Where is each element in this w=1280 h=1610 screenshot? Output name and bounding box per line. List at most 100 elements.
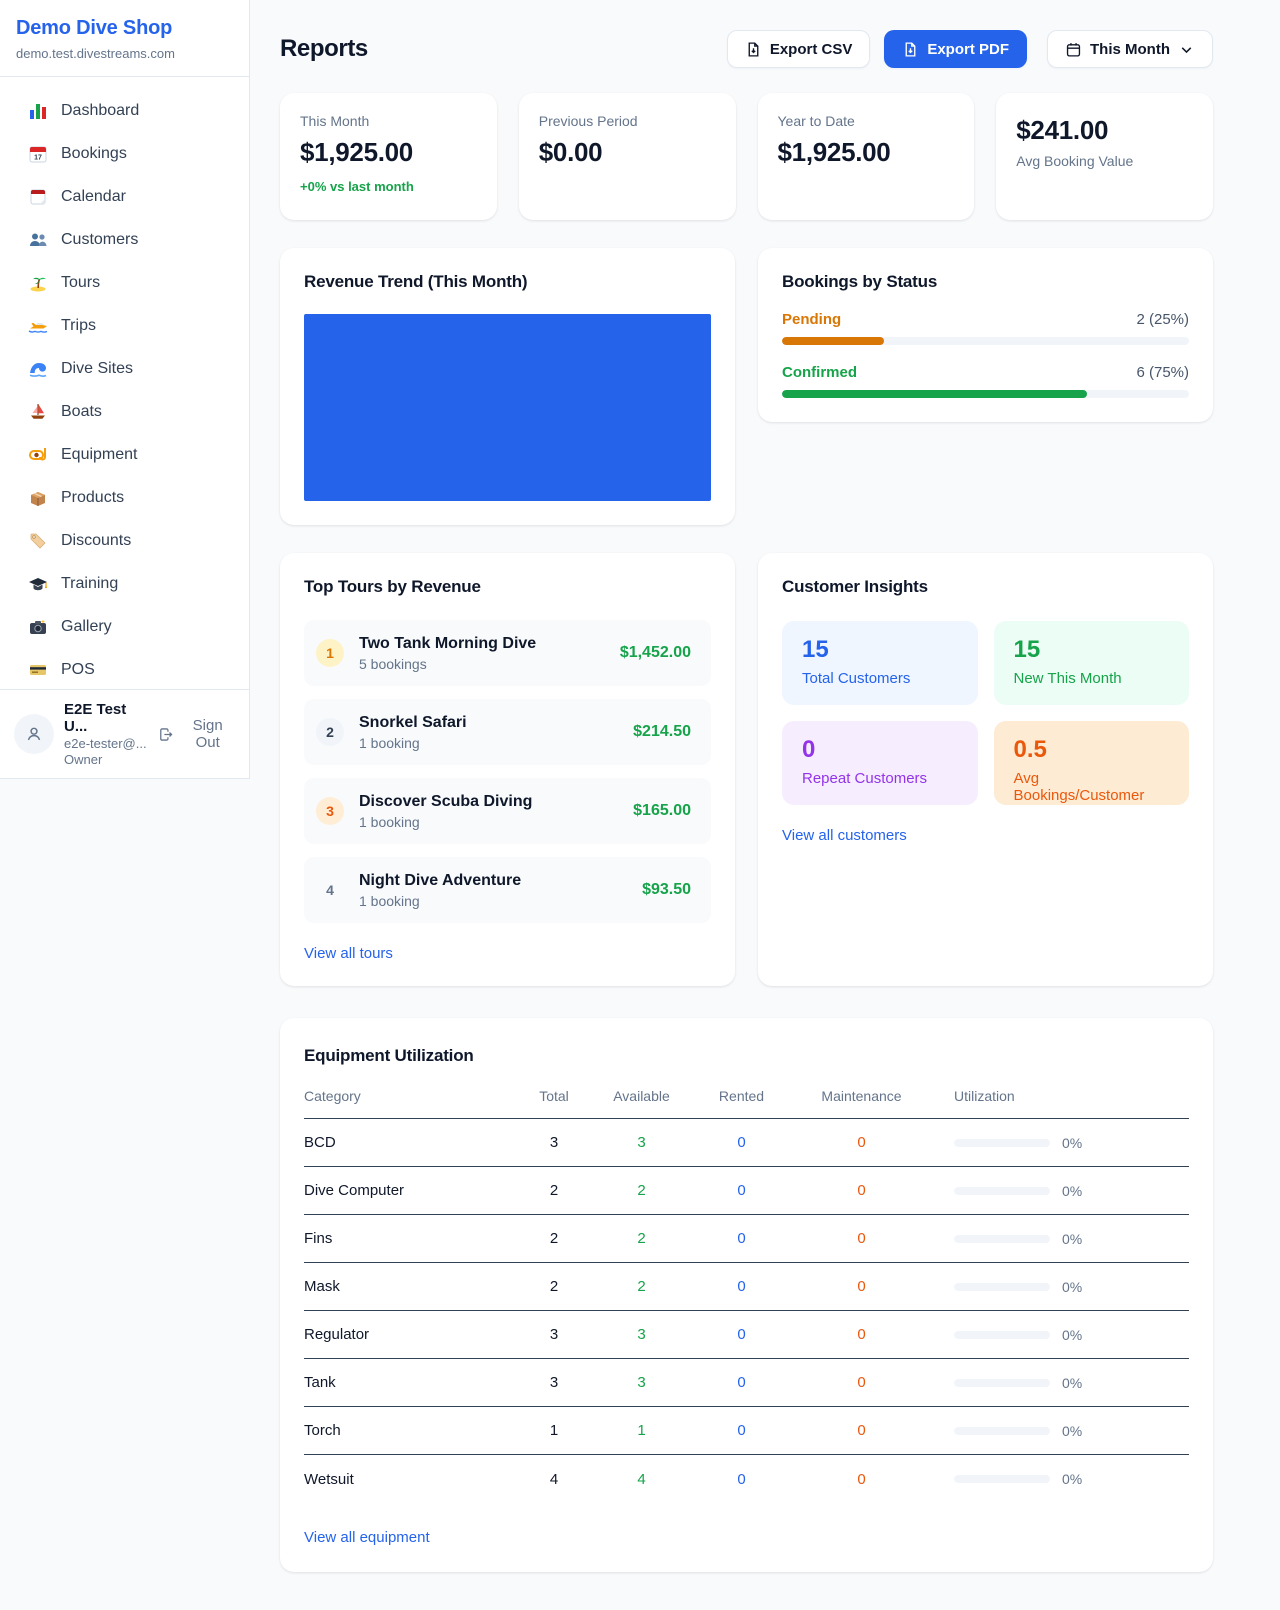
status-progress-track xyxy=(782,390,1189,398)
stat-card-this-month: This Month $1,925.00 +0% vs last month xyxy=(280,93,497,220)
export-pdf-button[interactable]: Export PDF xyxy=(884,30,1027,68)
nav-label: Training xyxy=(61,575,118,593)
cell-category: Wetsuit xyxy=(304,1471,519,1488)
sidebar-item-pos[interactable]: POS xyxy=(8,648,241,691)
sidebar-item-calendar[interactable]: Calendar xyxy=(8,175,241,218)
customer-insights-card: Customer Insights 15 Total Customers 15 … xyxy=(758,553,1213,986)
status-label: Pending xyxy=(782,311,841,328)
utilization-bar xyxy=(954,1475,1050,1483)
equipment-utilization-card: Equipment Utilization Category Total Ava… xyxy=(280,1018,1213,1572)
table-header-row: Category Total Available Rented Maintena… xyxy=(304,1088,1189,1119)
cell-total: 4 xyxy=(519,1471,589,1488)
user-name: E2E Test U... xyxy=(64,701,148,735)
utilization-value: 0% xyxy=(1062,1135,1082,1151)
col-header-maintenance: Maintenance xyxy=(789,1088,934,1104)
sidebar-item-boats[interactable]: Boats xyxy=(8,390,241,433)
stat-delta: +0% vs last month xyxy=(300,179,477,194)
view-all-equipment-link[interactable]: View all equipment xyxy=(304,1529,430,1546)
rank-badge: 2 xyxy=(316,718,344,746)
bookings-by-status-card: Bookings by Status Pending 2 (25%) Confi… xyxy=(758,248,1213,422)
cell-utilization: 0% xyxy=(934,1183,1189,1199)
export-csv-label: Export CSV xyxy=(770,41,853,58)
sidebar-item-dashboard[interactable]: Dashboard xyxy=(8,89,241,132)
tour-name: Night Dive Adventure xyxy=(359,872,521,890)
stat-label: Previous Period xyxy=(539,113,716,129)
table-row: Dive Computer 2 2 0 0 0% xyxy=(304,1167,1189,1215)
insight-value: 0.5 xyxy=(1014,736,1170,764)
stat-label: Avg Booking Value xyxy=(1016,153,1193,169)
utilization-bar xyxy=(954,1283,1050,1291)
cell-category: BCD xyxy=(304,1134,519,1151)
stat-card-year-to-date: Year to Date $1,925.00 xyxy=(758,93,975,220)
insight-tile-repeat-customers: 0 Repeat Customers xyxy=(782,721,978,805)
view-all-customers-link[interactable]: View all customers xyxy=(782,827,907,844)
view-all-tours-link[interactable]: View all tours xyxy=(304,945,393,962)
sign-out-button[interactable]: Sign Out xyxy=(158,717,235,751)
cell-total: 2 xyxy=(519,1182,589,1199)
sidebar-nav: Dashboard 17 Bookings Calendar Customers… xyxy=(0,77,249,702)
utilization-bar xyxy=(954,1235,1050,1243)
page-title: Reports xyxy=(280,35,727,63)
cell-rented: 0 xyxy=(694,1278,789,1295)
sidebar-item-equipment[interactable]: Equipment xyxy=(8,433,241,476)
cell-rented: 0 xyxy=(694,1471,789,1488)
sidebar-item-gallery[interactable]: Gallery xyxy=(8,605,241,648)
sign-out-label: Sign Out xyxy=(180,717,235,751)
cell-rented: 0 xyxy=(694,1422,789,1439)
tour-revenue: $214.50 xyxy=(633,723,691,741)
cell-total: 3 xyxy=(519,1326,589,1343)
insight-label: Avg Bookings/Customer xyxy=(1014,770,1170,804)
tour-bookings: 1 booking xyxy=(359,814,532,830)
insight-value: 15 xyxy=(1014,636,1170,664)
cell-utilization: 0% xyxy=(934,1231,1189,1247)
nav-label: Tours xyxy=(61,274,100,292)
cell-utilization: 0% xyxy=(934,1135,1189,1151)
utilization-bar xyxy=(954,1139,1050,1147)
insight-tile-total-customers: 15 Total Customers xyxy=(782,621,978,705)
insight-tile-new-this-month: 15 New This Month xyxy=(994,621,1190,705)
col-header-total: Total xyxy=(519,1088,589,1104)
camera-icon xyxy=(28,617,48,637)
sidebar-item-tours[interactable]: Tours xyxy=(8,261,241,304)
revenue-trend-title: Revenue Trend (This Month) xyxy=(304,272,711,292)
sidebar-item-products[interactable]: Products xyxy=(8,476,241,519)
table-row: Fins 2 2 0 0 0% xyxy=(304,1215,1189,1263)
sidebar-item-trips[interactable]: Trips xyxy=(8,304,241,347)
cell-category: Mask xyxy=(304,1278,519,1295)
svg-text:17: 17 xyxy=(34,154,42,161)
cell-maintenance: 0 xyxy=(789,1422,934,1439)
export-pdf-label: Export PDF xyxy=(927,41,1009,58)
user-icon xyxy=(23,723,45,745)
sidebar-item-training[interactable]: Training xyxy=(8,562,241,605)
sidebar-item-dive-sites[interactable]: Dive Sites xyxy=(8,347,241,390)
sidebar-item-customers[interactable]: Customers xyxy=(8,218,241,261)
utilization-bar xyxy=(954,1187,1050,1195)
sidebar-item-discounts[interactable]: Discounts xyxy=(8,519,241,562)
cell-total: 2 xyxy=(519,1278,589,1295)
tour-bookings: 1 booking xyxy=(359,735,467,751)
period-dropdown[interactable]: This Month xyxy=(1047,30,1213,68)
revenue-trend-card: Revenue Trend (This Month) xyxy=(280,248,735,525)
rank-badge: 3 xyxy=(316,797,344,825)
cell-category: Tank xyxy=(304,1374,519,1391)
cell-available: 1 xyxy=(589,1422,694,1439)
sidebar-item-bookings[interactable]: 17 Bookings xyxy=(8,132,241,175)
export-csv-button[interactable]: Export CSV xyxy=(727,30,871,68)
sidebar: Demo Dive Shop demo.test.divestreams.com… xyxy=(0,0,250,779)
cell-rented: 0 xyxy=(694,1230,789,1247)
tour-bookings: 1 booking xyxy=(359,893,521,909)
cell-utilization: 0% xyxy=(934,1327,1189,1343)
cell-utilization: 0% xyxy=(934,1279,1189,1295)
cell-available: 4 xyxy=(589,1471,694,1488)
cell-available: 2 xyxy=(589,1230,694,1247)
table-row: Regulator 3 3 0 0 0% xyxy=(304,1311,1189,1359)
tour-revenue: $93.50 xyxy=(642,881,691,899)
cell-category: Regulator xyxy=(304,1326,519,1343)
stat-card-previous-period: Previous Period $0.00 xyxy=(519,93,736,220)
utilization-value: 0% xyxy=(1062,1279,1082,1295)
customer-insights-title: Customer Insights xyxy=(782,577,1189,597)
cell-maintenance: 0 xyxy=(789,1278,934,1295)
nav-label: Dive Sites xyxy=(61,360,133,378)
insight-label: Total Customers xyxy=(802,670,958,687)
stat-value: $1,925.00 xyxy=(300,137,477,168)
